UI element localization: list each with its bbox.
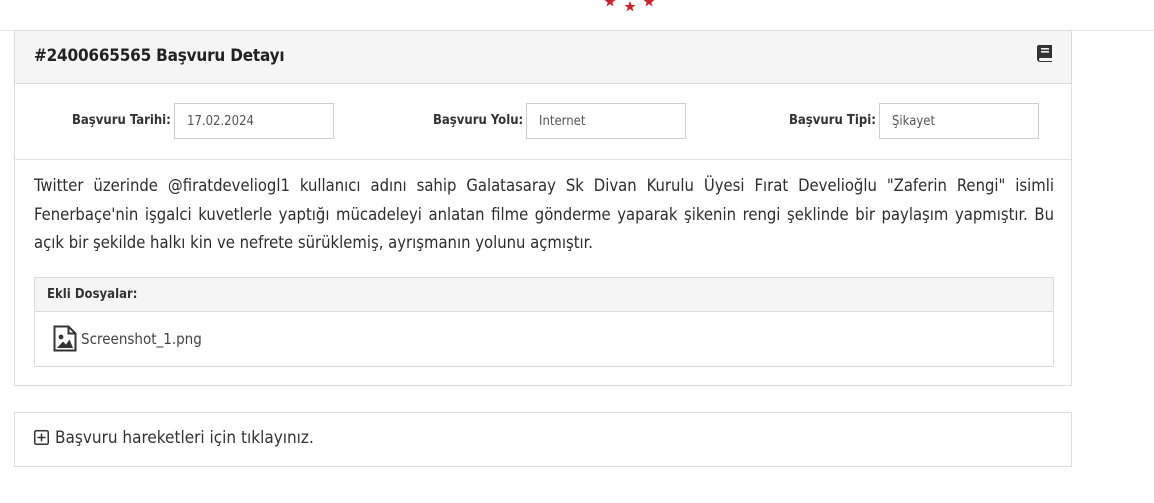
image-file-icon [53, 325, 77, 352]
attachment-filename: Screenshot_1.png [81, 330, 202, 348]
date-field[interactable] [174, 103, 334, 139]
application-detail-panel: #2400665565 Başvuru Detayı Başvuru Tarih… [14, 30, 1072, 386]
page-title: #2400665565 Başvuru Detayı [34, 46, 285, 66]
top-header [0, 0, 1154, 31]
type-field[interactable] [879, 103, 1039, 139]
book-icon[interactable] [1035, 43, 1055, 63]
history-toggle-label: Başvuru hareketleri için tıklayınız. [55, 428, 314, 448]
channel-field[interactable] [526, 103, 686, 139]
application-description: Twitter üzerinde @firatdeveliogl1 kullan… [34, 176, 1054, 252]
application-fields: Başvuru Tarihi: Başvuru Yolu: Başvuru Ti… [15, 84, 1071, 160]
panel-header: #2400665565 Başvuru Detayı [15, 31, 1071, 84]
plus-square-icon [34, 430, 49, 445]
date-label: Başvuru Tarihi: [72, 113, 171, 128]
stars-icon [604, 0, 655, 12]
channel-label: Başvuru Yolu: [433, 113, 524, 128]
attachments-box: Ekli Dosyalar: Screenshot_1.png [34, 277, 1054, 367]
type-label: Başvuru Tipi: [789, 113, 876, 128]
history-panel: Başvuru hareketleri için tıklayınız. [14, 412, 1072, 467]
attachments-header: Ekli Dosyalar: [35, 278, 1053, 312]
